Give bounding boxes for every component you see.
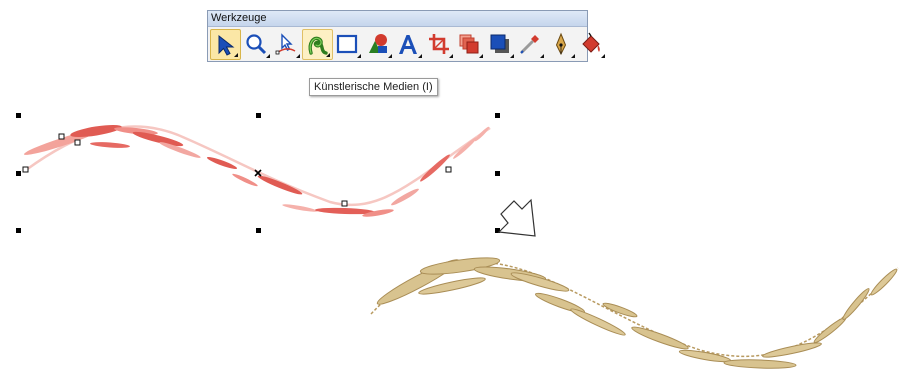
path-nodes[interactable] <box>22 133 452 207</box>
artistic-media-stroke[interactable] <box>23 122 491 218</box>
embroidery-stitch-preview <box>370 257 899 369</box>
drawing-canvas <box>16 113 899 369</box>
conversion-arrow-icon <box>497 198 536 237</box>
